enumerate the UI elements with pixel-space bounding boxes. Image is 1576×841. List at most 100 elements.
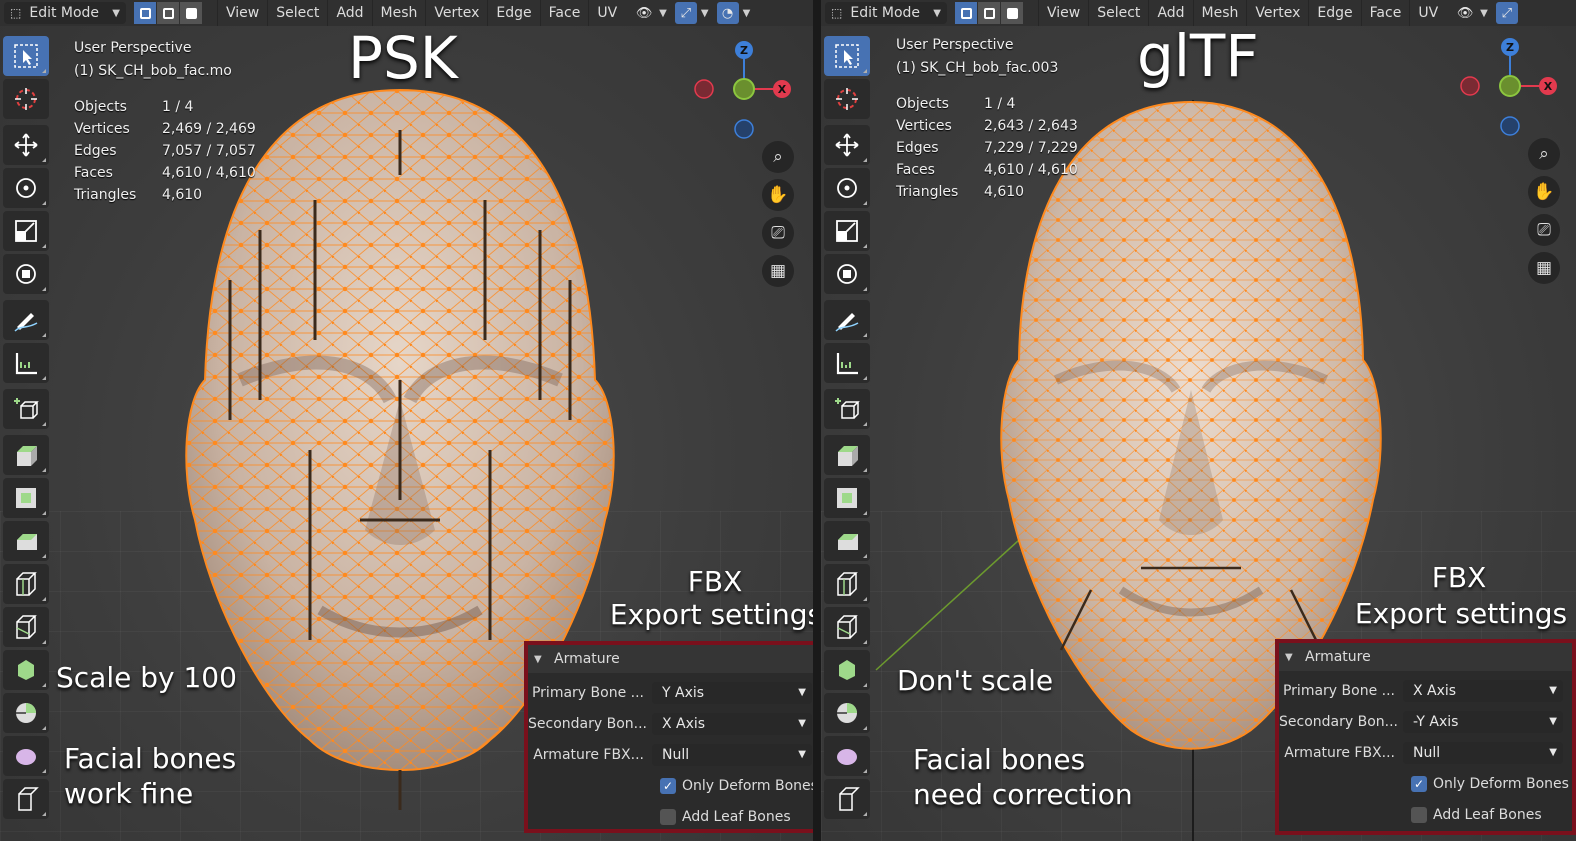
checkbox-checked-icon[interactable]: ✓ — [1411, 775, 1427, 792]
move-tool[interactable] — [3, 125, 49, 165]
extrude-tool[interactable] — [3, 435, 49, 475]
menu-view[interactable]: View — [217, 0, 267, 26]
spin-tool[interactable] — [824, 693, 870, 733]
face-select-button[interactable] — [180, 2, 202, 24]
vertex-select-button[interactable] — [134, 2, 156, 24]
mode-select[interactable]: ⬚ Edit Mode ▼ — [825, 2, 947, 24]
transform-tool[interactable] — [3, 254, 49, 294]
menu-uv[interactable]: UV — [1409, 0, 1446, 26]
only-deform-checkbox[interactable]: ✓ Only Deform Bones — [660, 777, 813, 794]
zoom-icon[interactable]: ⌕ — [762, 141, 794, 173]
smooth-tool[interactable] — [3, 736, 49, 776]
chevron-down-icon[interactable]: ▼ — [659, 8, 667, 19]
shear-tool[interactable] — [824, 779, 870, 819]
neg-x-axis-icon[interactable] — [694, 79, 714, 99]
transform-tool[interactable] — [824, 254, 870, 294]
poly-build-tool[interactable] — [3, 650, 49, 690]
menu-vertex[interactable]: Vertex — [425, 0, 487, 26]
chevron-down-icon[interactable]: ▼ — [743, 8, 751, 19]
neg-z-axis-icon[interactable] — [734, 119, 754, 139]
cursor-tool[interactable] — [824, 79, 870, 119]
loop-cut-tool[interactable] — [824, 564, 870, 604]
secondary-bone-select[interactable]: -Y Axis ▼ — [1403, 710, 1563, 733]
cursor-tool[interactable] — [3, 79, 49, 119]
panel-header[interactable]: ▼ Armature — [1279, 643, 1572, 671]
mode-select[interactable]: ⬚ Edit Mode ▼ — [4, 2, 126, 24]
collapse-triangle-icon[interactable]: ▼ — [1285, 652, 1293, 663]
checkbox-checked-icon[interactable]: ✓ — [660, 777, 676, 794]
edge-select-button[interactable] — [978, 2, 1000, 24]
rotate-tool[interactable] — [824, 168, 870, 208]
visibility-icon[interactable]: 👁 — [1454, 2, 1476, 24]
rotate-tool[interactable] — [3, 168, 49, 208]
select-box-tool[interactable] — [824, 36, 870, 76]
knife-tool[interactable] — [824, 607, 870, 647]
loop-cut-tool[interactable] — [3, 564, 49, 604]
vertex-select-button[interactable] — [955, 2, 977, 24]
menu-view[interactable]: View — [1038, 0, 1088, 26]
menu-edge[interactable]: Edge — [1308, 0, 1360, 26]
face-select-button[interactable] — [1001, 2, 1023, 24]
knife-tool[interactable] — [3, 607, 49, 647]
overlay-toggle-icon[interactable]: ◔ — [716, 2, 739, 24]
edge-select-button[interactable] — [157, 2, 179, 24]
gizmo-toggle-icon[interactable]: ⤢ — [674, 2, 697, 24]
select-box-tool[interactable] — [3, 36, 49, 76]
menu-select[interactable]: Select — [267, 0, 327, 26]
only-deform-checkbox[interactable]: ✓ Only Deform Bones — [1411, 775, 1569, 792]
checkbox-empty-icon[interactable] — [660, 808, 676, 825]
shear-tool[interactable] — [3, 779, 49, 819]
panel-header[interactable]: ▼ Armature — [528, 645, 813, 673]
neg-z-axis-icon[interactable] — [1500, 116, 1520, 136]
y-axis-icon[interactable] — [1499, 75, 1521, 97]
poly-build-tool[interactable] — [824, 650, 870, 690]
armature-node-select[interactable]: Null ▼ — [1403, 741, 1563, 764]
scale-tool[interactable] — [824, 211, 870, 251]
bevel-tool[interactable] — [824, 521, 870, 561]
smooth-tool[interactable] — [824, 736, 870, 776]
add-cube-tool[interactable] — [3, 389, 49, 429]
viewport-divider[interactable] — [813, 0, 821, 841]
grid-perspective-icon[interactable]: ▦ — [1528, 252, 1560, 284]
camera-icon[interactable]: ⎚ — [1528, 214, 1560, 246]
axis-gizmo[interactable]: Z X — [690, 38, 800, 148]
camera-icon[interactable]: ⎚ — [762, 217, 794, 249]
hand-pan-icon[interactable]: ✋ — [1528, 176, 1560, 208]
visibility-icon[interactable]: 👁 — [633, 2, 655, 24]
primary-bone-select[interactable]: Y Axis ▼ — [652, 681, 812, 704]
axis-gizmo[interactable]: Z X — [1456, 35, 1566, 145]
move-tool[interactable] — [824, 125, 870, 165]
checkbox-empty-icon[interactable] — [1411, 806, 1427, 823]
armature-node-select[interactable]: Null ▼ — [652, 743, 812, 766]
menu-edge[interactable]: Edge — [487, 0, 539, 26]
bevel-tool[interactable] — [3, 521, 49, 561]
measure-tool[interactable] — [824, 343, 870, 383]
secondary-bone-select[interactable]: X Axis ▼ — [652, 712, 812, 735]
menu-face[interactable]: Face — [539, 0, 589, 26]
zoom-icon[interactable]: ⌕ — [1528, 138, 1560, 170]
gizmo-toggle-icon[interactable]: ⤢ — [1495, 2, 1518, 24]
extrude-tool[interactable] — [824, 435, 870, 475]
annotate-tool[interactable] — [3, 300, 49, 340]
add-leaf-checkbox[interactable]: Add Leaf Bones — [1411, 806, 1542, 823]
viewport-right[interactable]: ⬚ Edit Mode ▼ View Select Add Mesh Verte… — [821, 0, 1576, 841]
measure-tool[interactable] — [3, 343, 49, 383]
menu-mesh[interactable]: Mesh — [371, 0, 426, 26]
chevron-down-icon[interactable]: ▼ — [701, 8, 709, 19]
neg-x-axis-icon[interactable] — [1460, 76, 1480, 96]
annotate-tool[interactable] — [824, 300, 870, 340]
menu-face[interactable]: Face — [1360, 0, 1410, 26]
y-axis-icon[interactable] — [733, 78, 755, 100]
scale-tool[interactable] — [3, 211, 49, 251]
add-leaf-checkbox[interactable]: Add Leaf Bones — [660, 808, 791, 825]
inset-tool[interactable] — [824, 478, 870, 518]
chevron-down-icon[interactable]: ▼ — [1480, 8, 1488, 19]
spin-tool[interactable] — [3, 693, 49, 733]
menu-add[interactable]: Add — [327, 0, 371, 26]
add-cube-tool[interactable] — [824, 389, 870, 429]
inset-tool[interactable] — [3, 478, 49, 518]
primary-bone-select[interactable]: X Axis ▼ — [1403, 679, 1563, 702]
viewport-left[interactable]: ⬚ Edit Mode ▼ View Select Add Mesh Verte… — [0, 0, 813, 841]
hand-pan-icon[interactable]: ✋ — [762, 179, 794, 211]
collapse-triangle-icon[interactable]: ▼ — [534, 654, 542, 665]
